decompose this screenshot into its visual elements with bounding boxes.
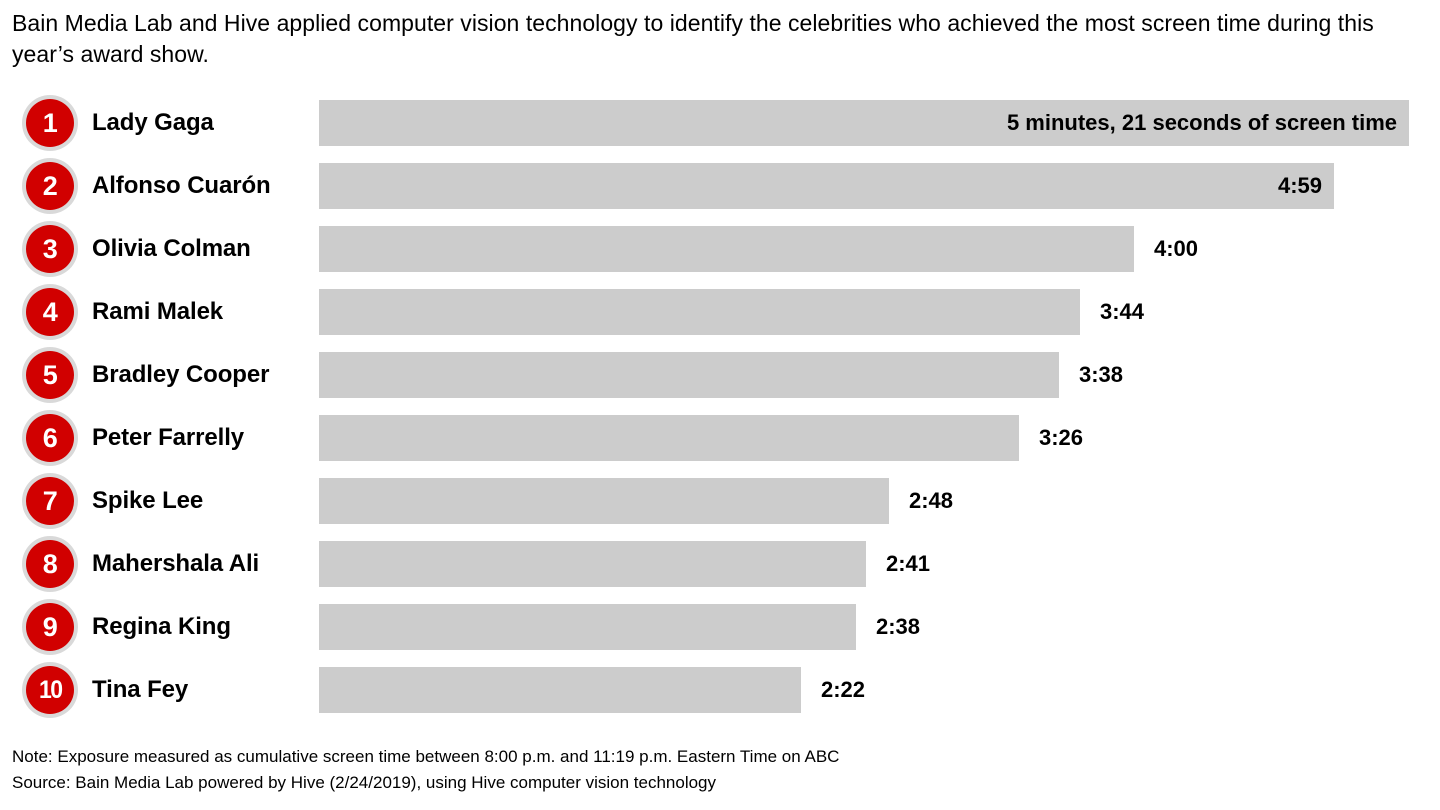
rank-number: 1 — [42, 107, 58, 138]
ranking-bar-chart: 1 Lady Gaga 5 minutes, 21 seconds of scree… — [0, 99, 1440, 725]
rank-number: 7 — [42, 485, 58, 516]
rank-badge: 3 — [26, 225, 74, 273]
chart-row: 3 Olivia Colman 4:00 — [0, 225, 1440, 273]
celebrity-name: Lady Gaga — [92, 109, 214, 136]
rank-badge: 2 — [26, 162, 74, 210]
rank-number: 10 — [38, 675, 63, 704]
screen-time-bar — [319, 163, 1334, 209]
celebrity-name: Spike Lee — [92, 487, 204, 514]
rank-number: 6 — [42, 422, 58, 453]
bar-value-label: 2:38 — [876, 614, 921, 639]
celebrity-name: Mahershala Ali — [92, 550, 260, 577]
bar-value-label: 3:44 — [1100, 299, 1145, 324]
source-line: Source: Bain Media Lab powered by Hive (… — [12, 773, 717, 792]
rank-number: 2 — [42, 170, 58, 201]
bar-value-label: 4:00 — [1154, 236, 1199, 261]
rank-badge: 5 — [26, 351, 74, 399]
bar-value-label: 3:26 — [1039, 425, 1084, 450]
bar-track — [319, 352, 1059, 398]
bar-value-label: 2:48 — [909, 488, 954, 513]
chart-row: 7 Spike Lee 2:48 — [0, 477, 1440, 525]
chart-row: 5 Bradley Cooper 3:38 — [0, 351, 1440, 399]
chart-row: 1 Lady Gaga 5 minutes, 21 seconds of scree… — [0, 99, 1440, 147]
bar-value-label: 4:59 — [1277, 173, 1322, 198]
bar-track — [319, 226, 1134, 272]
bar-track — [319, 289, 1080, 335]
rank-number: 8 — [42, 548, 58, 579]
page-title: Bain Media Lab and Hive applied computer… — [12, 10, 1374, 67]
chart-row: 8 Mahershala Ali 2:41 — [0, 540, 1440, 588]
rank-number: 4 — [42, 296, 58, 327]
chart-row: 9 Regina King 2:38 — [0, 603, 1440, 651]
rank-number: 9 — [42, 611, 58, 642]
bar-track: 5 minutes, 21 seconds of screen time — [319, 100, 1409, 146]
footnotes: Note: Exposure measured as cumulative sc… — [12, 744, 1412, 796]
bar-value-label: 5 minutes, 21 seconds of screen time — [1006, 110, 1397, 135]
screen-time-bar — [319, 667, 801, 713]
chart-row: 6 Peter Farrelly 3:26 — [0, 414, 1440, 462]
bar-track — [319, 604, 856, 650]
bar-track: 4:59 — [319, 163, 1334, 209]
celebrity-name: Alfonso Cuarón — [92, 172, 271, 199]
screen-time-bar — [319, 226, 1134, 272]
chart-row: 4 Rami Malek 3:44 — [0, 288, 1440, 336]
rank-number: 3 — [42, 233, 58, 264]
celebrity-name: Peter Farrelly — [92, 424, 245, 451]
celebrity-name: Tina Fey — [92, 676, 189, 703]
bar-value-label: 2:22 — [821, 677, 866, 702]
rank-badge: 1 — [26, 99, 74, 147]
celebrity-name: Bradley Cooper — [92, 361, 270, 388]
rank-badge: 4 — [26, 288, 74, 336]
rank-badge: 8 — [26, 540, 74, 588]
rank-badge: 9 — [26, 603, 74, 651]
celebrity-name: Olivia Colman — [92, 235, 251, 262]
bar-value-label: 3:38 — [1079, 362, 1124, 387]
screen-time-bar — [319, 604, 856, 650]
rank-badge: 6 — [26, 414, 74, 462]
note-line: Note: Exposure measured as cumulative sc… — [12, 747, 840, 766]
screen-time-bar — [319, 541, 866, 587]
rank-badge: 7 — [26, 477, 74, 525]
celebrity-name: Rami Malek — [92, 298, 224, 325]
bar-track — [319, 415, 1019, 461]
chart-row: 2 Alfonso Cuarón 4:59 — [0, 162, 1440, 210]
screen-time-bar — [319, 352, 1059, 398]
rank-badge: 10 — [26, 666, 74, 714]
celebrity-name: Regina King — [92, 613, 231, 640]
screen-time-bar — [319, 415, 1019, 461]
rank-number: 5 — [42, 359, 58, 390]
screen-time-bar — [319, 478, 889, 524]
bar-track — [319, 478, 889, 524]
screen-time-bar — [319, 289, 1080, 335]
bar-value-label: 2:41 — [886, 551, 931, 576]
bar-track — [319, 667, 801, 713]
chart-row: 10 Tina Fey 2:22 — [0, 666, 1440, 714]
bar-track — [319, 541, 866, 587]
